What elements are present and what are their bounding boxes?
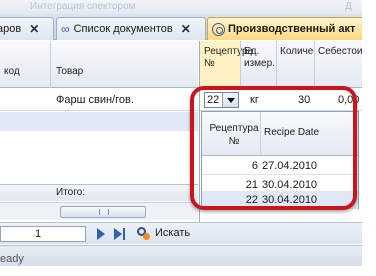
scrollbar-thumb[interactable]	[60, 206, 146, 218]
table-row-empty[interactable]	[0, 112, 198, 131]
column-header-recipe[interactable]: Рецептура №	[200, 41, 253, 88]
app-window: Интеграция спектором Д аров ✕ ∞ Список д…	[0, 0, 362, 266]
highlight-annotation	[190, 86, 357, 210]
close-icon[interactable]: ✕	[29, 22, 39, 36]
document-tab-bar: аров ✕ ∞ Список документов ✕ Производств…	[0, 14, 362, 40]
column-header-unit[interactable]: Ед. измер.	[244, 46, 276, 70]
act-items-grid-header: Рецептура № Ед. измер. Количество Себест…	[200, 41, 362, 88]
tab-products-label: аров	[0, 23, 22, 35]
page-number-input[interactable]: 1	[0, 226, 86, 242]
search-button-label[interactable]: Искать	[155, 227, 190, 239]
products-grid: код Товар Фарш свин/гов. Итого:	[0, 41, 198, 222]
table-row[interactable]: Фарш свин/гов.	[0, 89, 198, 111]
top-strip: Интеграция спектором Д	[0, 0, 362, 14]
tab-document-list-label: Список документов	[73, 23, 173, 35]
next-record-icon[interactable]	[95, 227, 108, 241]
tab-production-act-label: Производственный акт	[228, 23, 356, 35]
status-bar: eady	[0, 245, 362, 266]
document-icon	[212, 22, 225, 36]
last-record-icon[interactable]	[113, 227, 126, 241]
tab-production-act[interactable]: Производственный акт	[207, 17, 362, 40]
tab-document-list[interactable]: ∞ Список документов ✕	[56, 17, 206, 40]
column-header-qty[interactable]: Количество	[280, 46, 314, 58]
column-header-product[interactable]: Товар	[56, 66, 83, 77]
column-header-code[interactable]: код	[4, 66, 20, 77]
record-navigator: 1 Искать	[0, 222, 362, 244]
status-text: eady	[0, 253, 24, 265]
grid-footer: Итого:	[0, 184, 198, 201]
tab-products[interactable]: аров ✕	[0, 17, 54, 40]
column-header-cost[interactable]: Себестоимость	[318, 46, 362, 58]
horizontal-scrollbar[interactable]	[0, 202, 198, 220]
page-number-value: 1	[35, 228, 42, 240]
total-label: Итого:	[56, 187, 85, 198]
topstrip-left-text: Интеграция спектором	[30, 1, 136, 12]
search-icon[interactable]	[137, 227, 150, 240]
topstrip-right-text: Д	[345, 1, 352, 12]
link-icon: ∞	[61, 22, 70, 36]
close-icon[interactable]: ✕	[181, 22, 191, 36]
product-cell: Фарш свин/гов.	[56, 94, 134, 106]
products-grid-header: код Товар	[0, 41, 198, 88]
